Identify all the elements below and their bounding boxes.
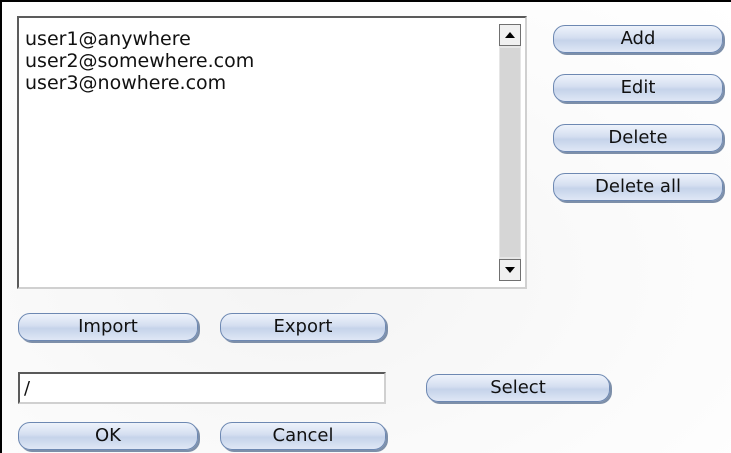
import-button[interactable]: Import [18, 313, 198, 341]
delete-button[interactable]: Delete [553, 124, 723, 152]
scroll-down-button[interactable] [499, 259, 521, 281]
address-listbox[interactable]: user1@anywhere user2@somewhere.com user3… [17, 16, 527, 289]
delete-all-button[interactable]: Delete all [553, 173, 723, 201]
add-button[interactable]: Add [553, 25, 723, 53]
arrow-down-icon [505, 267, 515, 273]
list-item[interactable]: user3@nowhere.com [25, 72, 491, 94]
cancel-button[interactable]: Cancel [220, 422, 386, 450]
scrollbar-thumb[interactable] [500, 48, 520, 257]
select-button[interactable]: Select [426, 374, 610, 402]
list-item[interactable]: user1@anywhere [25, 28, 491, 50]
scroll-up-button[interactable] [499, 24, 521, 46]
list-item[interactable]: user2@somewhere.com [25, 50, 491, 72]
dialog-panel: user1@anywhere user2@somewhere.com user3… [2, 2, 731, 453]
export-button[interactable]: Export [220, 313, 386, 341]
arrow-up-icon [505, 32, 515, 38]
vertical-scrollbar[interactable] [499, 24, 521, 281]
edit-button[interactable]: Edit [553, 74, 723, 102]
address-list: user1@anywhere user2@somewhere.com user3… [25, 28, 491, 94]
ok-button[interactable]: OK [18, 422, 198, 450]
path-input[interactable] [18, 372, 386, 404]
